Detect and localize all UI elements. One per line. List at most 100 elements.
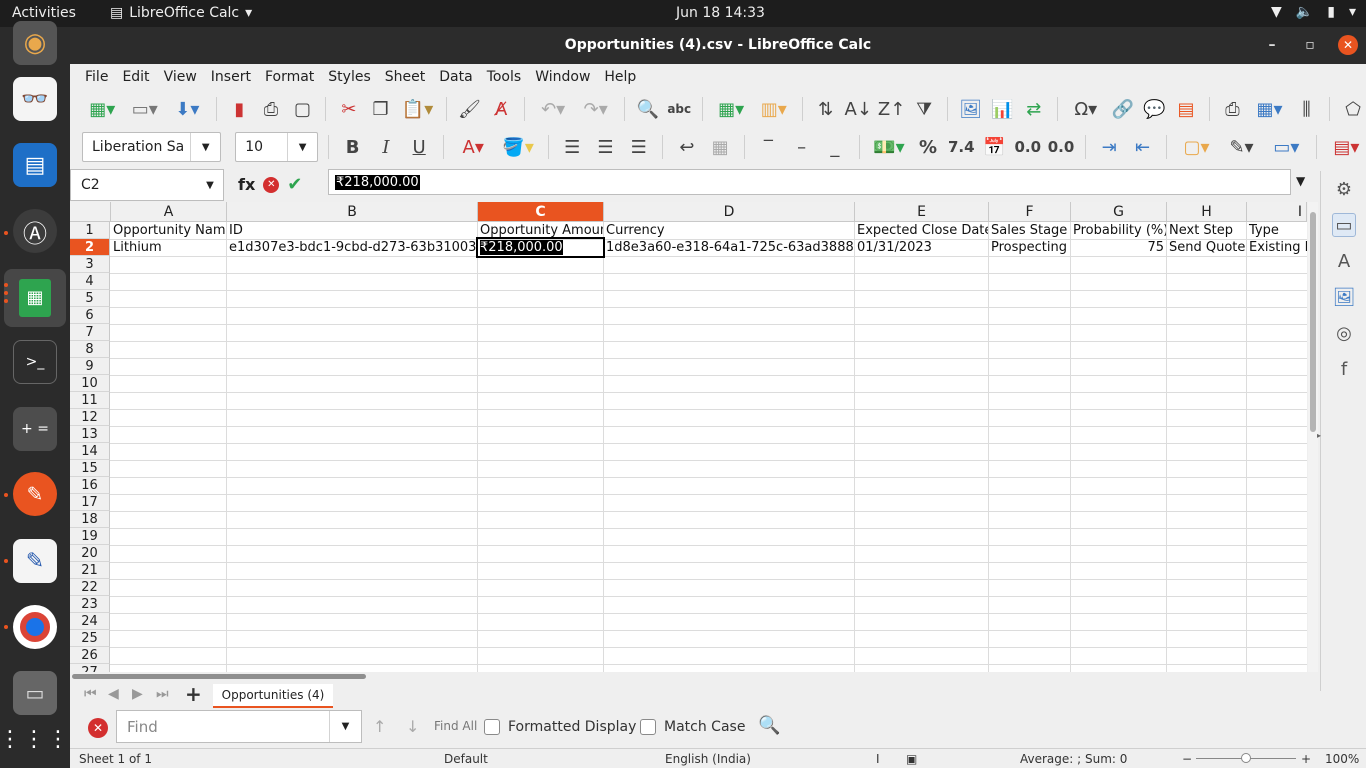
cell-f2[interactable]: Prospecting [989, 239, 1070, 256]
activities-button[interactable]: Activities [12, 5, 76, 21]
image-viewer-icon[interactable]: 👓 [13, 77, 57, 121]
clone-formatting-icon[interactable]: 🖌 [457, 95, 483, 123]
cell-d1[interactable]: Currency [604, 222, 854, 239]
freeze-rows-columns-icon[interactable]: ▦▾ [1251, 95, 1288, 123]
styles-icon[interactable]: A [1332, 249, 1356, 273]
cell-e1[interactable]: Expected Close Date [855, 222, 988, 239]
font-size-box[interactable]: 10 ▼ [235, 132, 319, 162]
find-previous-icon[interactable]: ↑ [373, 717, 386, 736]
row-header[interactable]: 15 [70, 460, 110, 477]
zoom-in-icon[interactable]: + [1301, 752, 1311, 766]
chevron-down-icon[interactable]: ▼ [1296, 174, 1305, 188]
system-tray[interactable]: ▼ 🔈 ▮ ▾ [1271, 4, 1356, 20]
undo-icon[interactable]: ↶▾ [535, 95, 572, 123]
row-icon[interactable]: ▦▾ [713, 95, 750, 123]
column-icon[interactable]: ▥▾ [755, 95, 792, 123]
match-case-checkbox[interactable] [640, 719, 656, 735]
menu-insert[interactable]: Insert [204, 69, 258, 85]
new-document-icon[interactable]: ▦▾ [84, 95, 121, 123]
title-bar[interactable]: Opportunities (4).csv - LibreOffice Calc… [70, 27, 1366, 64]
sort-ascending-icon[interactable]: A↓ [845, 95, 872, 123]
navigator-icon[interactable]: ◎ [1332, 321, 1356, 345]
increase-indent-icon[interactable]: ⇥ [1096, 133, 1123, 161]
hyperlink-icon[interactable]: 🔗 [1110, 95, 1136, 123]
split-window-icon[interactable]: ⫼ [1294, 95, 1320, 123]
export-pdf-icon[interactable]: ▮ [227, 95, 253, 123]
row-header[interactable]: 2 [70, 239, 110, 256]
date-format-icon[interactable]: 📅 [981, 133, 1008, 161]
find-replace-icon[interactable]: 🔍 [758, 715, 780, 736]
merge-cells-icon[interactable]: ▦ [707, 133, 734, 161]
find-input[interactable]: Find ▼ [116, 710, 362, 743]
cell-a2[interactable]: Lithium [111, 239, 226, 256]
wrap-text-icon[interactable]: ↩ [673, 133, 700, 161]
column-header-h[interactable]: H [1167, 202, 1247, 222]
cell-g1[interactable]: Probability (%) [1071, 222, 1166, 239]
border-color-icon[interactable]: ▭▾ [1267, 133, 1306, 161]
sheet-info[interactable]: Sheet 1 of 1 [79, 752, 152, 766]
writer-doc-icon[interactable]: ▤ [13, 143, 57, 187]
functions-icon[interactable]: f [1332, 357, 1356, 381]
save-icon[interactable]: ⬇▾ [169, 95, 206, 123]
properties-gear-icon[interactable]: ⚙ [1332, 177, 1356, 201]
row-header[interactable]: 25 [70, 630, 110, 647]
menu-tools[interactable]: Tools [480, 69, 529, 85]
number-format-icon[interactable]: 7.4 [948, 133, 975, 161]
cell-h2[interactable]: Send Quote [1167, 239, 1246, 256]
formula-input[interactable]: ₹218,000.00 [328, 169, 1291, 195]
row-header[interactable]: 24 [70, 613, 110, 630]
sheet-tab-opportunities[interactable]: Opportunities (4) [213, 684, 333, 708]
find-next-icon[interactable]: ↓ [406, 717, 419, 736]
chrome-icon[interactable] [13, 605, 57, 649]
insert-chart-icon[interactable]: 📊 [989, 95, 1015, 123]
row-header[interactable]: 9 [70, 358, 110, 375]
percent-format-icon[interactable]: % [914, 133, 941, 161]
redo-icon[interactable]: ↷▾ [577, 95, 614, 123]
find-all-button[interactable]: Find All [434, 719, 477, 733]
clock[interactable]: Jun 18 14:33 [676, 5, 765, 21]
menu-styles[interactable]: Styles [321, 69, 377, 85]
scroll-thumb[interactable] [72, 674, 366, 679]
cell-g2[interactable]: 75 [1071, 239, 1166, 256]
column-header-b[interactable]: B [227, 202, 478, 222]
align-center-icon[interactable]: ☰ [592, 133, 619, 161]
header-footer-icon[interactable]: ▤ [1173, 95, 1199, 123]
cell-h1[interactable]: Next Step [1167, 222, 1246, 239]
row-header[interactable]: 12 [70, 409, 110, 426]
postman-icon[interactable]: ✎ [13, 472, 57, 516]
underline-icon[interactable]: U [406, 133, 433, 161]
row-header[interactable]: 27 [70, 664, 110, 672]
clear-formatting-icon[interactable]: A̸ [488, 95, 514, 123]
cell-i2[interactable]: Existing B [1247, 239, 1307, 256]
column-header-e[interactable]: E [855, 202, 989, 222]
menu-window[interactable]: Window [528, 69, 597, 85]
column-header-g[interactable]: G [1071, 202, 1167, 222]
cell-i1[interactable]: Type [1247, 222, 1307, 239]
chevron-down-icon[interactable]: ▼ [287, 133, 317, 161]
chevron-down-icon[interactable]: ▼ [190, 133, 220, 161]
cell-b2[interactable]: e1d307e3-bdc1-9cbd-d273-63b31003d656 [227, 239, 477, 256]
selection-summary[interactable]: Average: ; Sum: 0 [1020, 752, 1127, 766]
font-color-icon[interactable]: A▾ [454, 133, 493, 161]
zoom-slider-handle[interactable] [1241, 753, 1251, 763]
menu-format[interactable]: Format [258, 69, 321, 85]
delete-decimal-icon[interactable]: 0.0 [1047, 133, 1075, 161]
cell-c1[interactable]: Opportunity Amount [478, 222, 603, 239]
menu-help[interactable]: Help [597, 69, 643, 85]
menu-file[interactable]: File [78, 69, 115, 85]
page-style[interactable]: Default [444, 752, 488, 766]
add-decimal-icon[interactable]: 0.0 [1014, 133, 1042, 161]
row-header[interactable]: 14 [70, 443, 110, 460]
row-header[interactable]: 13 [70, 426, 110, 443]
column-header-d[interactable]: D [604, 202, 855, 222]
scroll-thumb[interactable] [1310, 212, 1316, 432]
highlight-color-icon[interactable]: 🪣▾ [499, 133, 538, 161]
autofilter-icon[interactable]: ⧩ [911, 95, 937, 123]
column-header-i[interactable]: I [1247, 202, 1307, 222]
column-header-a[interactable]: A [111, 202, 227, 222]
cell-b1[interactable]: ID [227, 222, 477, 239]
row-header[interactable]: 20 [70, 545, 110, 562]
border-style-icon[interactable]: ✎▾ [1222, 133, 1261, 161]
column-header-c[interactable]: C [478, 202, 604, 222]
menu-sheet[interactable]: Sheet [378, 69, 432, 85]
